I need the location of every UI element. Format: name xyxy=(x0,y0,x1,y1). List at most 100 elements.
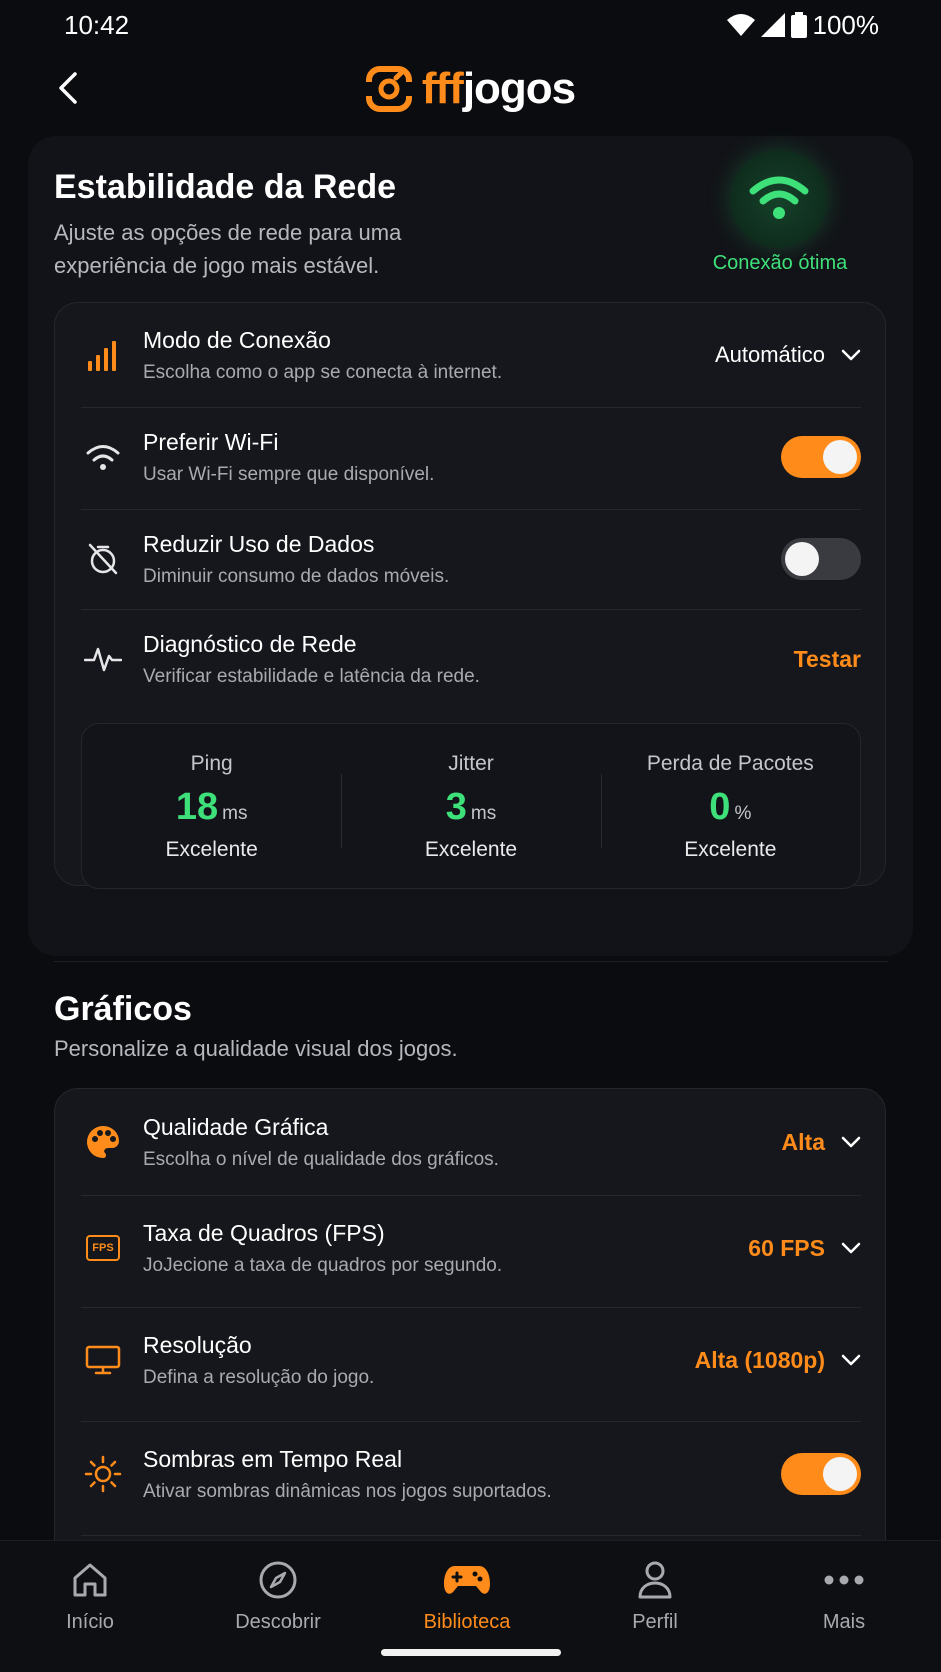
profile-icon xyxy=(575,1555,735,1605)
toggle-knob xyxy=(823,1457,857,1491)
stat-label: Perda de Pacotes xyxy=(646,752,814,775)
frame-rate-row[interactable]: FPS Taxa de Quadros (FPS) JoJecione a ta… xyxy=(81,1213,861,1283)
logo-icon xyxy=(365,66,412,112)
graphics-quality-row[interactable]: Qualidade Gráfica Escolha o nível de qua… xyxy=(81,1109,861,1175)
network-settings-group: Modo de Conexão Escolha como o app se co… xyxy=(54,302,886,889)
realtime-shadows-desc: Ativar sombras dinâmicas nos jogos supor… xyxy=(143,1480,552,1502)
resolution-title: Resolução xyxy=(143,1331,252,1358)
chevron-left-icon xyxy=(59,72,77,104)
battery-icon xyxy=(790,12,807,38)
divider xyxy=(81,1195,861,1196)
connection-mode-desc: Escolha como o app se conecta à internet… xyxy=(143,361,503,383)
reduce-data-toggle[interactable] xyxy=(781,538,861,580)
nav-label-library: Biblioteca xyxy=(423,1611,511,1633)
resolution-value: Alta (1080p) xyxy=(694,1346,825,1373)
stat-ping: Ping 18 ms Excelente xyxy=(82,724,341,888)
nav-item-profile[interactable]: Perfil xyxy=(575,1555,735,1634)
pulse-icon xyxy=(81,637,125,681)
realtime-shadows-toggle[interactable] xyxy=(781,1453,861,1495)
logo-wordmark: fffjogos xyxy=(421,64,576,114)
graphics-quality-title: Qualidade Gráfica xyxy=(143,1113,329,1140)
resolution-desc: Defina a resolução do jogo. xyxy=(143,1366,375,1388)
graphics-quality-value: Alta xyxy=(781,1128,825,1155)
frame-rate-select[interactable]: 60 FPS xyxy=(748,1235,861,1262)
app-logo: fffjogos xyxy=(365,64,576,114)
section-separator xyxy=(54,961,888,962)
stat-value: 0 xyxy=(709,786,731,828)
connection-status-badge xyxy=(730,150,828,248)
status-time: 10:42 xyxy=(64,9,130,40)
status-bar: 10:42 100% xyxy=(0,0,941,50)
prefer-wifi-toggle[interactable] xyxy=(781,436,861,478)
reduce-data-title: Reduzir Uso de Dados xyxy=(143,530,375,557)
home-icon xyxy=(10,1555,170,1605)
network-section-subtitle: Ajuste as opções de rede para uma experi… xyxy=(54,220,402,278)
divider xyxy=(81,1307,861,1308)
graphics-section-subtitle: Personalize a qualidade visual dos jogos… xyxy=(54,1036,458,1061)
nav-label-more: Mais xyxy=(822,1611,866,1633)
stat-grade: Excelente xyxy=(424,838,518,861)
nav-item-library[interactable]: Biblioteca xyxy=(387,1555,547,1634)
chevron-down-icon xyxy=(841,349,861,361)
resolution-row[interactable]: Resolução Defina a resolução do jogo. Al… xyxy=(81,1325,861,1395)
prefer-wifi-row: Preferir Wi-Fi Usar Wi-Fi sempre que dis… xyxy=(81,425,861,489)
connection-mode-row[interactable]: Modo de Conexão Escolha como o app se co… xyxy=(81,323,861,387)
network-diagnostic-row: Diagnóstico de Rede Verificar estabilida… xyxy=(81,627,861,691)
network-section-title: Estabilidade da Rede xyxy=(54,168,396,206)
frame-rate-value: 60 FPS xyxy=(748,1234,825,1261)
stat-unit: ms xyxy=(470,803,497,824)
connection-status-label: Conexão ótima xyxy=(712,252,848,274)
stat-value: 3 xyxy=(445,786,467,828)
nav-label-home: Início xyxy=(66,1611,114,1633)
stat-label: Jitter xyxy=(448,752,494,775)
stat-value: 18 xyxy=(175,786,219,828)
nav-label-profile: Perfil xyxy=(632,1611,678,1633)
stat-grade: Excelente xyxy=(684,838,777,861)
toggle-knob xyxy=(823,440,857,474)
divider xyxy=(81,1535,861,1536)
wifi-status-icon xyxy=(726,14,755,36)
realtime-shadows-row: Sombras em Tempo Real Ativar sombras din… xyxy=(81,1439,861,1509)
divider xyxy=(81,509,861,510)
compass-icon xyxy=(198,1555,358,1605)
network-diagnostic-title: Diagnóstico de Rede xyxy=(143,630,357,657)
prefer-wifi-title: Preferir Wi-Fi xyxy=(143,428,279,455)
settings-scroll-area[interactable]: Estabilidade da Rede Ajuste as opções de… xyxy=(0,130,941,1540)
stat-unit: % xyxy=(734,803,752,824)
connection-mode-value: Automático xyxy=(714,342,825,367)
back-button[interactable] xyxy=(50,70,86,106)
nav-item-home[interactable]: Início xyxy=(10,1555,170,1634)
frame-rate-title: Taxa de Quadros (FPS) xyxy=(143,1219,385,1246)
logo-part-2: jogos xyxy=(462,64,576,113)
status-icons: 100% xyxy=(726,9,880,41)
graphics-quality-desc: Escolha o nível de qualidade dos gráfico… xyxy=(143,1148,499,1170)
home-indicator[interactable] xyxy=(381,1649,561,1656)
reduce-data-row: Reduzir Uso de Dados Diminuir consumo de… xyxy=(81,527,861,591)
chevron-down-icon xyxy=(841,1136,861,1148)
more-icon xyxy=(764,1555,924,1605)
network-diagnostic-desc: Verificar estabilidade e latência da red… xyxy=(143,665,480,687)
connection-mode-select[interactable]: Automático xyxy=(715,342,861,368)
monitor-icon xyxy=(81,1338,125,1382)
gamepad-icon xyxy=(387,1555,547,1605)
test-network-button[interactable]: Testar xyxy=(794,646,861,673)
graphics-quality-select[interactable]: Alta xyxy=(782,1129,861,1156)
signal-bars-icon xyxy=(81,333,125,377)
fps-icon: FPS xyxy=(81,1226,125,1270)
toggle-knob xyxy=(785,542,819,576)
network-stats: Ping 18 ms Excelente Jitter 3 ms Excelente… xyxy=(81,723,861,889)
nav-label-discover: Descobrir xyxy=(235,1611,321,1633)
battery-percent: 100% xyxy=(812,9,880,40)
chevron-down-icon xyxy=(841,1242,861,1254)
nav-item-more[interactable]: Mais xyxy=(764,1555,924,1634)
chevron-down-icon xyxy=(841,1354,861,1366)
cellular-signal-icon xyxy=(760,13,785,37)
stat-grade: Excelente xyxy=(165,838,258,861)
nav-item-discover[interactable]: Descobrir xyxy=(198,1555,358,1634)
logo-part-1: fff xyxy=(421,64,464,113)
stat-unit: ms xyxy=(222,803,248,824)
wifi-icon xyxy=(81,435,125,479)
divider xyxy=(81,609,861,610)
resolution-select[interactable]: Alta (1080p) xyxy=(695,1347,861,1374)
reduce-data-desc: Diminuir consumo de dados móveis. xyxy=(143,565,450,587)
